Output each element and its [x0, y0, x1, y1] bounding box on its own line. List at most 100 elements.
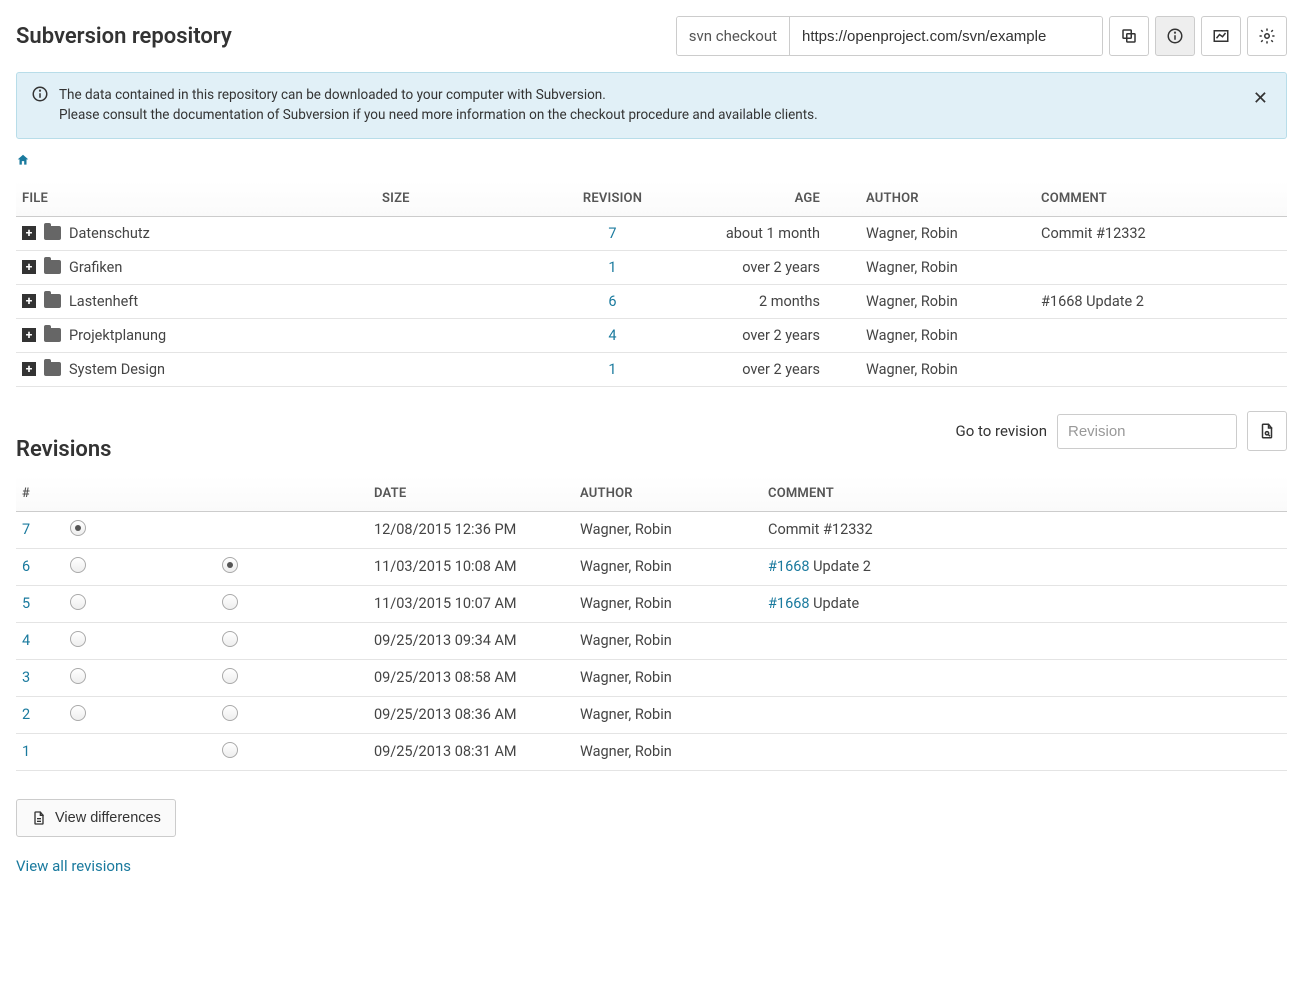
close-icon[interactable]: ✕: [1249, 85, 1272, 112]
copy-button[interactable]: [1109, 16, 1149, 56]
revision-id-link[interactable]: 3: [22, 669, 30, 686]
table-row: 611/03/2015 10:08 AMWagner, Robin#1668 U…: [16, 548, 1287, 585]
file-comment: [1035, 250, 1287, 284]
table-row: + Projektplanung 4 over 2 yearsWagner, Robi…: [16, 318, 1287, 352]
files-col-revision: REVISION: [550, 181, 675, 217]
revision-link[interactable]: 1: [608, 259, 616, 276]
file-age: over 2 years: [675, 318, 860, 352]
table-row: 109/25/2013 08:31 AMWagner, Robin: [16, 733, 1287, 770]
folder-icon: [44, 362, 61, 376]
info-button[interactable]: [1155, 16, 1195, 56]
radio-compare-b[interactable]: [222, 705, 238, 721]
revision-author: Wagner, Robin: [574, 733, 762, 770]
folder-icon: [44, 294, 61, 308]
revision-id-link[interactable]: 5: [22, 595, 30, 612]
revision-author: Wagner, Robin: [574, 585, 762, 622]
file-name[interactable]: System Design: [69, 361, 165, 378]
info-icon: [31, 85, 49, 103]
revision-link[interactable]: 6: [608, 293, 616, 310]
file-size: [376, 284, 550, 318]
goto-revision-button[interactable]: [1247, 411, 1287, 451]
revision-comment: Update: [810, 595, 860, 612]
ticket-link[interactable]: #1668: [768, 595, 810, 612]
goto-revision-input[interactable]: [1057, 414, 1237, 449]
radio-compare-a[interactable]: [70, 557, 86, 573]
rev-col-radio-b: [216, 476, 368, 512]
file-age: over 2 years: [675, 250, 860, 284]
settings-button[interactable]: [1247, 16, 1287, 56]
checkout-label: svn checkout: [677, 17, 790, 55]
ticket-link[interactable]: #1668: [768, 558, 810, 575]
revision-id-link[interactable]: 6: [22, 558, 30, 575]
info-icon: [1166, 27, 1184, 45]
radio-compare-b[interactable]: [222, 742, 238, 758]
file-size: [376, 216, 550, 250]
home-icon: [16, 153, 30, 167]
info-banner: The data contained in this repository ca…: [16, 72, 1287, 139]
revision-link[interactable]: 1: [608, 361, 616, 378]
radio-compare-a[interactable]: [70, 705, 86, 721]
view-all-revisions-link[interactable]: View all revisions: [16, 857, 131, 875]
expand-icon[interactable]: +: [22, 362, 36, 376]
revision-id-link[interactable]: 4: [22, 632, 30, 649]
file-author: Wagner, Robin: [860, 250, 1035, 284]
revision-link[interactable]: 7: [608, 225, 616, 242]
view-differences-label: View differences: [55, 810, 161, 826]
radio-compare-a[interactable]: [70, 631, 86, 647]
home-link[interactable]: [16, 155, 30, 171]
rev-col-author: AUTHOR: [574, 476, 762, 512]
radio-compare-a[interactable]: [70, 668, 86, 684]
radio-compare-a[interactable]: [70, 594, 86, 610]
stats-button[interactable]: [1201, 16, 1241, 56]
file-comment: [1035, 318, 1287, 352]
revision-id-link[interactable]: 7: [22, 521, 30, 538]
file-name[interactable]: Grafiken: [69, 259, 122, 276]
file-size: [376, 352, 550, 386]
file-size: [376, 250, 550, 284]
expand-icon[interactable]: +: [22, 226, 36, 240]
file-author: Wagner, Robin: [860, 318, 1035, 352]
expand-icon[interactable]: +: [22, 294, 36, 308]
file-age: about 1 month: [675, 216, 860, 250]
revision-date: 09/25/2013 09:34 AM: [368, 622, 574, 659]
rev-col-date: DATE: [368, 476, 574, 512]
gear-icon: [1258, 27, 1276, 45]
revision-id-link[interactable]: 1: [22, 743, 30, 760]
files-col-size: SIZE: [376, 181, 550, 217]
file-name[interactable]: Lastenheft: [69, 293, 138, 310]
table-row: 511/03/2015 10:07 AMWagner, Robin#1668 U…: [16, 585, 1287, 622]
revision-comment: Update 2: [810, 558, 871, 575]
files-col-file: FILE: [16, 181, 376, 217]
revisions-table: # DATE AUTHOR COMMENT 712/08/2015 12:36 …: [16, 476, 1287, 771]
radio-compare-b[interactable]: [222, 631, 238, 647]
expand-icon[interactable]: +: [22, 328, 36, 342]
file-name[interactable]: Projektplanung: [69, 327, 166, 344]
revision-date: 12/08/2015 12:36 PM: [368, 511, 574, 548]
copy-icon: [1120, 27, 1138, 45]
table-row: 309/25/2013 08:58 AMWagner, Robin: [16, 659, 1287, 696]
radio-compare-b[interactable]: [222, 557, 238, 573]
radio-compare-a[interactable]: [70, 520, 86, 536]
folder-icon: [44, 328, 61, 342]
file-age: over 2 years: [675, 352, 860, 386]
diff-icon: [31, 810, 47, 826]
revision-author: Wagner, Robin: [574, 696, 762, 733]
revision-link[interactable]: 4: [608, 327, 616, 344]
revision-id-link[interactable]: 2: [22, 706, 30, 723]
radio-compare-b[interactable]: [222, 668, 238, 684]
radio-compare-b[interactable]: [222, 594, 238, 610]
rev-col-comment: COMMENT: [762, 476, 1287, 512]
file-author: Wagner, Robin: [860, 284, 1035, 318]
revision-date: 09/25/2013 08:58 AM: [368, 659, 574, 696]
view-differences-button[interactable]: View differences: [16, 799, 176, 837]
expand-icon[interactable]: +: [22, 260, 36, 274]
file-author: Wagner, Robin: [860, 216, 1035, 250]
checkout-url-input[interactable]: [790, 17, 1102, 55]
table-row: +Datenschutz7about 1 monthWagner, RobinC…: [16, 216, 1287, 250]
file-name[interactable]: Datenschutz: [69, 225, 150, 242]
files-col-comment: COMMENT: [1035, 181, 1287, 217]
files-col-author: AUTHOR: [860, 181, 1035, 217]
rev-col-radio-a: [64, 476, 216, 512]
table-row: 712/08/2015 12:36 PMWagner, RobinCommit …: [16, 511, 1287, 548]
table-row: 409/25/2013 09:34 AMWagner, Robin: [16, 622, 1287, 659]
